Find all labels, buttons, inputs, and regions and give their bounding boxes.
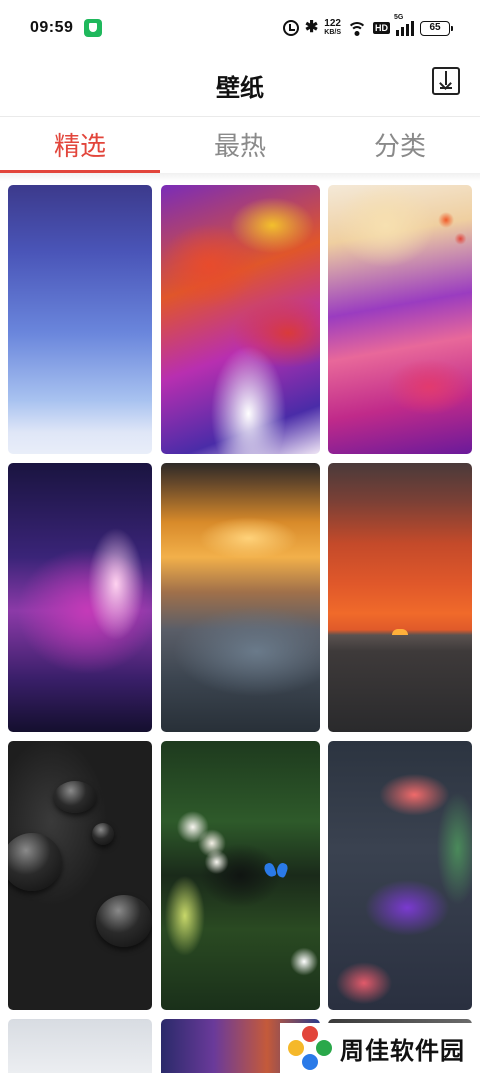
- watermark: 周佳软件园: [280, 1023, 480, 1073]
- wallpaper-thumbnail[interactable]: [8, 185, 152, 454]
- water-drop: [96, 895, 152, 947]
- wallpaper-thumbnail[interactable]: [328, 463, 472, 732]
- butterfly-shape: [265, 863, 287, 879]
- wallpaper-thumbnail[interactable]: [161, 463, 320, 732]
- watermark-text: 周佳软件园: [340, 1036, 465, 1065]
- sun-shape: [392, 629, 408, 635]
- wallpaper-thumbnail[interactable]: [8, 1019, 152, 1073]
- water-drop: [8, 833, 62, 891]
- wallpaper-thumbnail[interactable]: [161, 185, 320, 454]
- wallpaper-thumbnail[interactable]: [328, 741, 472, 1010]
- wallpaper-thumbnail[interactable]: [328, 185, 472, 454]
- watermark-logo-icon: [288, 1026, 332, 1070]
- water-drop: [54, 781, 96, 813]
- wallpaper-thumbnail[interactable]: [8, 741, 152, 1010]
- wallpaper-grid: [0, 0, 480, 1073]
- water-drop: [92, 823, 114, 845]
- wallpaper-thumbnail[interactable]: [8, 463, 152, 732]
- wallpaper-thumbnail[interactable]: [161, 741, 320, 1010]
